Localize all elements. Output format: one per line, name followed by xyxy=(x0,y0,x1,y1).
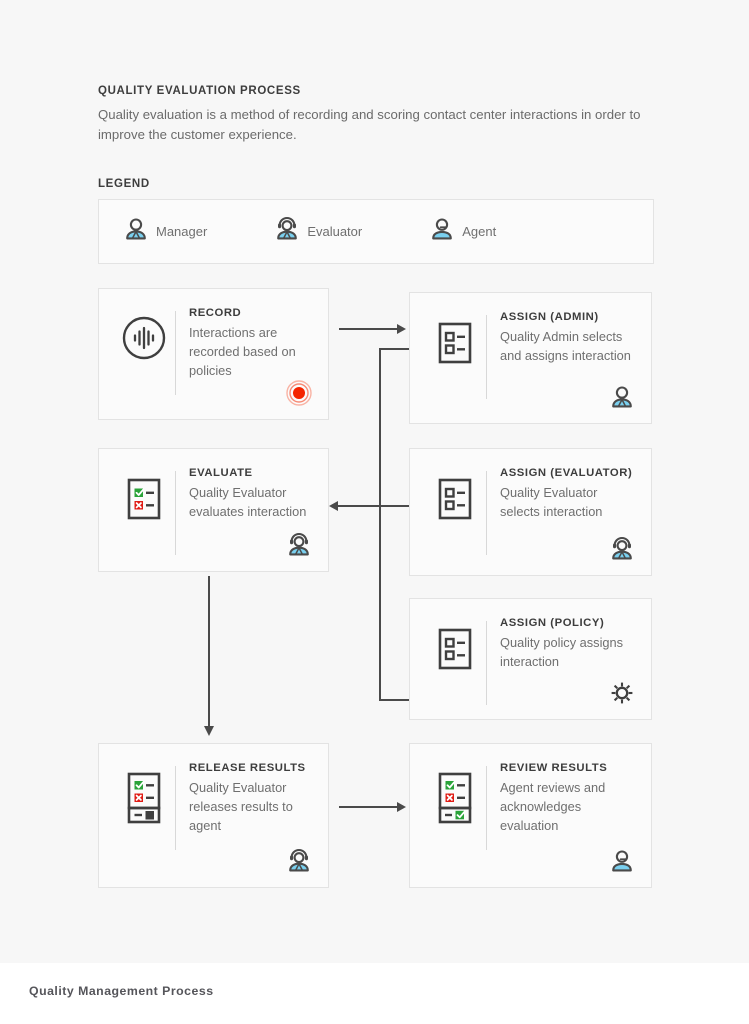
checklist-scored-icon xyxy=(113,465,175,571)
person-evaluator-icon xyxy=(274,216,300,247)
legend-item-label: Manager xyxy=(156,224,208,239)
connector-release-to-review xyxy=(339,806,397,808)
diagram-page: QUALITY EVALUATION PROCESS Quality evalu… xyxy=(0,0,749,963)
person-agent-icon xyxy=(429,216,455,247)
card-divider xyxy=(175,311,176,395)
card-title: RELEASE RESULTS xyxy=(189,762,306,774)
checklist-icon xyxy=(424,309,486,423)
flow-card-evaluate[interactable]: EVALUATE Quality Evaluator evaluates int… xyxy=(98,448,329,572)
audio-waveform-circle-icon xyxy=(113,305,175,419)
card-description: Quality Evaluator evaluates interaction xyxy=(189,485,307,519)
connector-trunk xyxy=(379,348,381,701)
legend-item-label: Agent xyxy=(462,224,497,239)
connector-policy-stub xyxy=(379,699,409,701)
arrowhead-right-icon xyxy=(397,802,406,812)
arrowhead-down-icon xyxy=(203,726,214,736)
person-evaluator-icon xyxy=(607,534,637,564)
legend-item-manager: Manager xyxy=(123,217,207,247)
connector-record-to-assign-admin xyxy=(339,328,397,330)
flow-card-assign-evaluator[interactable]: ASSIGN (EVALUATOR) Quality Evaluator sel… xyxy=(409,448,652,576)
card-title: ASSIGN (EVALUATOR) xyxy=(500,467,633,479)
checklist-release-icon xyxy=(113,760,175,887)
flow-card-record[interactable]: RECORD Interactions are recorded based o… xyxy=(98,288,329,420)
diagram-content: QUALITY EVALUATION PROCESS Quality evalu… xyxy=(98,85,654,898)
arrowhead-left-icon xyxy=(329,501,338,511)
page-title: QUALITY EVALUATION PROCESS xyxy=(98,85,301,97)
card-description: Quality Admin selects and assigns intera… xyxy=(500,329,631,363)
flow-card-assign-policy[interactable]: ASSIGN (POLICY) Quality policy assigns i… xyxy=(409,598,652,720)
card-divider xyxy=(486,315,487,399)
gear-icon xyxy=(607,678,637,708)
card-description: Quality policy assigns interaction xyxy=(500,635,624,669)
card-divider xyxy=(175,766,176,850)
legend-item-agent: Agent xyxy=(429,217,496,247)
footer-title: Quality Management Process xyxy=(29,984,214,998)
card-title: ASSIGN (POLICY) xyxy=(500,617,605,629)
card-divider xyxy=(486,766,487,850)
process-flow: RECORD Interactions are recorded based o… xyxy=(98,288,654,898)
page-description: Quality evaluation is a method of record… xyxy=(98,107,641,142)
connector-evaluate-to-release xyxy=(208,576,210,728)
legend-box: Manager Evaluator Agent xyxy=(98,199,654,264)
card-divider xyxy=(486,471,487,555)
card-title: REVIEW RESULTS xyxy=(500,762,608,774)
checklist-icon xyxy=(424,615,486,719)
flow-card-review-results[interactable]: REVIEW RESULTS Agent reviews and acknowl… xyxy=(409,743,652,888)
legend-title: LEGEND xyxy=(98,178,150,190)
person-evaluator-icon xyxy=(284,530,314,560)
checklist-review-icon xyxy=(424,760,486,887)
connector-admin-stub xyxy=(379,348,409,350)
person-evaluator-icon xyxy=(284,846,314,876)
legend-item-evaluator: Evaluator xyxy=(274,217,362,247)
person-manager-icon xyxy=(607,382,637,412)
card-divider xyxy=(175,471,176,555)
arrowhead-right-icon xyxy=(397,324,406,334)
card-title: EVALUATE xyxy=(189,467,253,479)
legend-item-label: Evaluator xyxy=(307,224,363,239)
card-description: Quality Evaluator releases results to ag… xyxy=(189,780,293,833)
person-manager-icon xyxy=(123,216,149,247)
card-title: ASSIGN (ADMIN) xyxy=(500,311,599,323)
card-divider xyxy=(486,621,487,705)
checklist-icon xyxy=(424,465,486,575)
person-agent-icon xyxy=(607,846,637,876)
card-description: Interactions are recorded based on polic… xyxy=(189,325,296,378)
record-dot-icon xyxy=(284,378,314,408)
flow-card-assign-admin[interactable]: ASSIGN (ADMIN) Quality Admin selects and… xyxy=(409,292,652,424)
card-description: Quality Evaluator selects interaction xyxy=(500,485,603,519)
flow-card-release-results[interactable]: RELEASE RESULTS Quality Evaluator releas… xyxy=(98,743,329,888)
card-title: RECORD xyxy=(189,307,242,319)
connector-trunk-to-evaluate xyxy=(338,505,409,507)
page-footer: Quality Management Process xyxy=(0,963,749,1024)
card-description: Agent reviews and acknowledges evaluatio… xyxy=(500,780,606,833)
